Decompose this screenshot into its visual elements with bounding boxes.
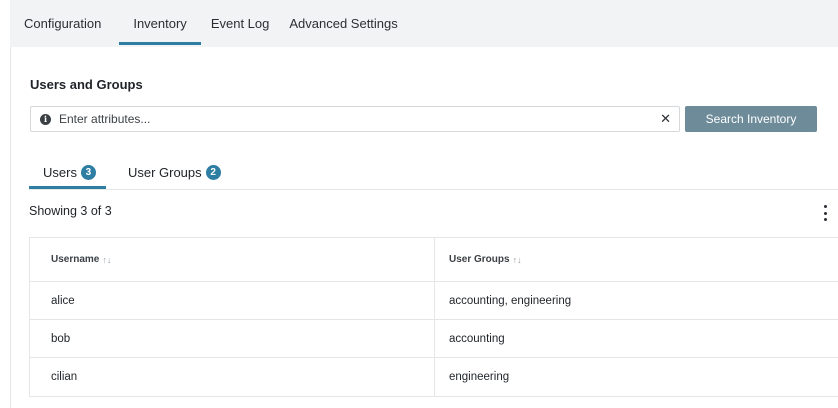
username-cell: bob [30, 320, 435, 357]
tab-user-groups-label: User Groups [127, 164, 202, 180]
user-groups-cell: accounting, engineering [449, 294, 572, 307]
username-cell: alice [30, 282, 435, 319]
tab-inventory[interactable]: Inventory [119, 0, 202, 47]
users-count-badge: 3 [80, 164, 96, 180]
search-inventory-button[interactable]: Search Inventory [685, 106, 817, 132]
top-tab-bar: Configuration Inventory Event Log Advanc… [10, 0, 838, 47]
tab-user-groups[interactable]: User Groups 2 [114, 155, 231, 189]
table-header-row: Username ↑↓ User Groups ↑↓ [30, 238, 838, 282]
sort-icon: ↑↓ [102, 254, 112, 265]
username-cell: cilian [30, 358, 435, 396]
column-header-user-groups[interactable]: User Groups ↑↓ [435, 238, 838, 281]
more-options-icon[interactable] [822, 205, 828, 221]
sub-tab-bar: Users 3 User Groups 2 [29, 155, 231, 189]
tab-users[interactable]: Users 3 [29, 155, 106, 189]
user-groups-cell: engineering [449, 371, 510, 383]
section-title: Users and Groups [30, 77, 143, 92]
tab-users-label: Users [43, 164, 77, 180]
column-header-label: User Groups [449, 254, 510, 265]
table-row[interactable]: alice accounting, engineering [30, 282, 838, 320]
users-table: Username ↑↓ User Groups ↑↓ alice account… [29, 237, 838, 397]
tab-event-log[interactable]: Event Log [201, 0, 280, 47]
info-icon[interactable]: i [40, 113, 51, 125]
column-header-label: Username [51, 254, 100, 265]
sort-icon: ↑↓ [512, 254, 522, 265]
search-field: i ✕ [30, 106, 680, 132]
tab-advanced-settings[interactable]: Advanced Settings [279, 0, 407, 47]
table-row[interactable]: bob accounting [30, 320, 838, 358]
search-input[interactable] [59, 109, 639, 129]
column-header-username[interactable]: Username ↑↓ [30, 238, 435, 281]
user-groups-cell: accounting [449, 332, 505, 345]
table-row[interactable]: cilian engineering [30, 358, 838, 396]
user-groups-count-badge: 2 [205, 164, 221, 180]
inventory-panel: Users and Groups i ✕ Search Inventory Us… [10, 47, 838, 408]
tab-divider [29, 189, 838, 190]
close-icon[interactable]: ✕ [660, 111, 671, 127]
result-count: Showing 3 of 3 [29, 204, 112, 218]
tab-configuration[interactable]: Configuration [14, 0, 111, 47]
